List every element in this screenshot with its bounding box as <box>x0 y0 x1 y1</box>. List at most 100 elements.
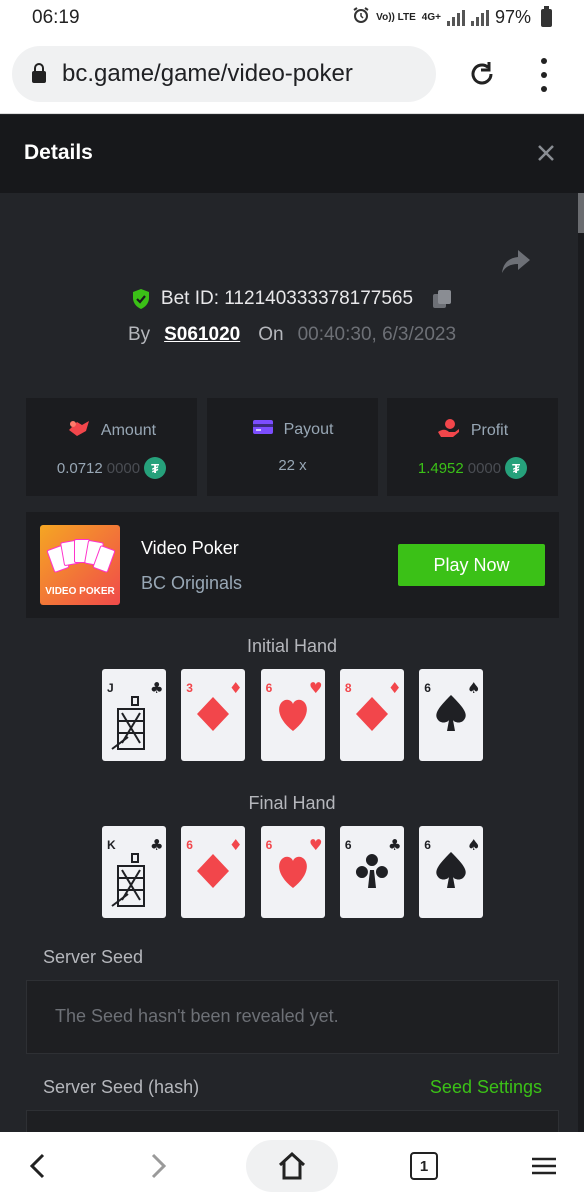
browser-menu-icon[interactable] <box>530 58 558 92</box>
amount-value-main: 0.0712 <box>56 459 103 477</box>
final-hand-card-1: ♣ K <box>102 826 166 918</box>
card-rank: 6 <box>265 681 273 695</box>
card-rank: 3 <box>186 681 193 695</box>
seed-settings-link[interactable]: Seed Settings <box>430 1077 542 1098</box>
status-time: 06:19 <box>32 7 80 28</box>
payout-value: 22 x <box>278 457 307 474</box>
game-card: VIDEO POKER Video Poker BC Originals Pla… <box>26 512 559 618</box>
close-icon[interactable] <box>534 141 558 165</box>
signal-icon <box>446 9 465 26</box>
bet-id: Bet ID: 112140333378177565 <box>160 288 414 309</box>
tabs-button[interactable]: 1 <box>400 1142 448 1190</box>
hearts-suit-icon: ♥ <box>309 679 322 697</box>
reload-icon[interactable] <box>462 54 502 94</box>
details-header: Details <box>0 115 584 193</box>
profit-box: Profit 1.4952 0000 ₮ <box>387 398 558 496</box>
card-rank: J <box>107 681 114 695</box>
battery-percent: 97% <box>494 7 531 27</box>
game-name: Video Poker <box>141 538 239 558</box>
hearts-suit-icon: ♥ <box>309 836 322 854</box>
amount-label: Amount <box>100 421 157 439</box>
clubs-suit-icon: ♣ <box>150 679 163 697</box>
spades-suit-icon: ♠ <box>467 836 480 854</box>
initial-hand-label: Initial Hand <box>246 636 338 656</box>
diamonds-suit-icon: ♦ <box>229 679 242 697</box>
amount-icon <box>67 418 91 443</box>
home-icon[interactable] <box>268 1142 316 1190</box>
payout-box: Payout 22 x <box>207 398 378 496</box>
alarm-icon <box>352 6 370 29</box>
lock-icon <box>32 63 46 83</box>
bet-datetime: 00:40:30, 6/3/2023 <box>297 324 457 345</box>
payout-icon <box>252 418 274 441</box>
profit-value-dim: 0000 <box>467 459 502 477</box>
initial-hand-card-1: ♣ J <box>102 669 166 761</box>
diamonds-suit-icon: ♦ <box>229 836 242 854</box>
profit-value: 1.4952 0000 ₮ <box>387 457 558 479</box>
video-poker-thumbnail[interactable]: VIDEO POKER <box>40 525 120 605</box>
thumbnail-text: VIDEO POKER <box>45 586 115 597</box>
volte-icon: Vo)) LTE <box>376 12 416 23</box>
clubs-suit-icon: ♣ <box>388 836 401 854</box>
server-seed-box: The Seed hasn't been revealed yet. <box>26 980 559 1054</box>
verified-shield-icon <box>131 288 151 310</box>
amount-value: 0.0712 0000 ₮ <box>26 457 197 479</box>
card-rank: 8 <box>344 681 352 695</box>
initial-hand-card-2: ♦ 3 <box>181 669 246 761</box>
tether-icon: ₮ <box>505 457 528 479</box>
card-rank: 6 <box>424 681 431 695</box>
card-rank: K <box>107 838 116 852</box>
profit-icon <box>437 418 461 443</box>
profit-value-main: 1.4952 <box>417 459 464 477</box>
initial-hand-card-3: ♥ 6 <box>260 669 325 761</box>
server-seed-label: Server Seed <box>43 947 144 967</box>
card-rank: 6 <box>344 838 352 852</box>
spades-suit-icon: ♠ <box>467 679 480 697</box>
scrollbar-thumb[interactable] <box>578 193 584 233</box>
copy-icon[interactable] <box>431 288 453 310</box>
username-link[interactable]: S061020 <box>164 324 240 346</box>
server-seed-hash-label: Server Seed (hash) <box>43 1077 200 1097</box>
card-rank: 6 <box>186 838 193 852</box>
by-label: By <box>127 324 151 345</box>
tab-count: 1 <box>410 1152 438 1180</box>
final-hand-card-4: ♣ 6 <box>339 826 404 918</box>
signal-icon-2 <box>470 9 489 26</box>
final-hand-card-2: ♦ 6 <box>181 826 246 918</box>
final-hand-card-3: ♥ 6 <box>260 826 325 918</box>
diamonds-suit-icon: ♦ <box>388 679 401 697</box>
clubs-suit-icon: ♣ <box>150 836 163 854</box>
bet-meta-row: By S061020 On 00:40:30, 6/3/2023 <box>0 324 584 346</box>
profit-label: Profit <box>470 421 509 439</box>
initial-hand-card-4: ♦ 8 <box>339 669 404 761</box>
final-hand-label: Final Hand <box>248 793 336 813</box>
back-icon[interactable] <box>14 1142 62 1190</box>
game-provider: BC Originals <box>141 573 243 593</box>
amount-box: Amount 0.0712 0000 ₮ <box>26 398 197 496</box>
network-type-icon: 4G+ <box>421 12 441 23</box>
menu-icon[interactable] <box>520 1142 568 1190</box>
tether-icon: ₮ <box>144 457 167 479</box>
server-seed-value: The Seed hasn't been revealed yet. <box>55 1006 339 1026</box>
initial-hand-card-5: ♠ 6 <box>419 669 484 761</box>
on-label: On <box>258 324 284 345</box>
card-rank: 6 <box>424 838 431 852</box>
bet-id-row: Bet ID: 112140333378177565 <box>0 288 584 310</box>
final-hand-card-5: ♠ 6 <box>419 826 484 918</box>
share-icon[interactable] <box>500 248 532 276</box>
status-icons: Vo)) LTE 4G+ 97% <box>352 5 552 29</box>
amount-value-dim: 0000 <box>106 459 141 477</box>
final-hand: ♣ K ♦ 6 ♥ 6 ♣ 6 ♠ 6 <box>102 826 484 918</box>
play-now-button[interactable]: Play Now <box>398 544 545 586</box>
card-rank: 6 <box>265 838 273 852</box>
forward-icon[interactable] <box>134 1142 182 1190</box>
browser-bottom-nav: 1 <box>0 1132 584 1200</box>
url-text: bc.game/game/video-poker <box>62 60 353 87</box>
status-bar: 06:19 Vo)) LTE 4G+ 97% <box>0 0 584 36</box>
browser-bar: bc.game/game/video-poker <box>0 36 584 114</box>
payout-label: Payout <box>283 420 334 438</box>
battery-icon <box>541 5 552 27</box>
initial-hand: ♣ J ♦ 3 ♥ 6 ♦ 8 ♠ 6 <box>102 669 484 761</box>
address-bar[interactable]: bc.game/game/video-poker <box>12 46 436 102</box>
details-title: Details <box>24 141 93 164</box>
